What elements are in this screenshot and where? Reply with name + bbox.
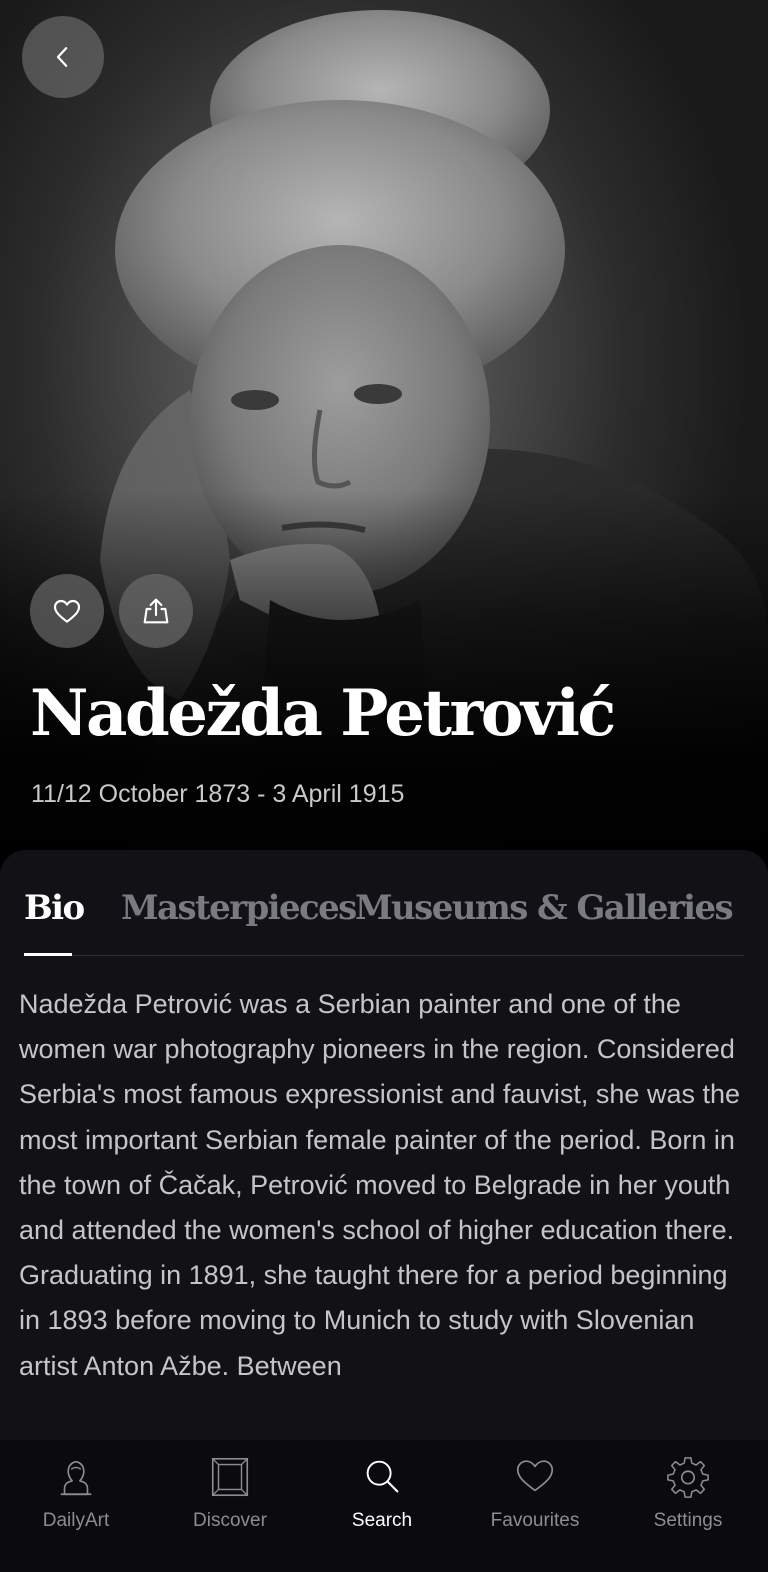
frame-icon — [211, 1457, 249, 1497]
active-tab-indicator — [24, 953, 72, 956]
chevron-left-icon — [56, 47, 68, 67]
search-icon — [366, 1460, 399, 1493]
bio-text: Nadežda Petrović was a Serbian painter a… — [19, 989, 740, 1381]
heart-icon — [53, 599, 81, 623]
nav-label-favourites: Favourites — [490, 1510, 580, 1531]
content-sheet: Bio Masterpieces Museums & Galleries Nad… — [0, 850, 768, 1450]
back-button[interactable] — [22, 16, 104, 98]
share-icon — [143, 598, 169, 624]
nav-label-discover: Discover — [193, 1510, 267, 1531]
tab-masterpieces[interactable]: Masterpieces — [121, 888, 357, 928]
nav-label-search: Search — [351, 1510, 413, 1531]
tab-museums-galleries[interactable]: Museums & Galleries — [355, 888, 734, 928]
gear-icon — [667, 1457, 709, 1498]
bottom-nav: DailyArt Discover Search Favourites Sett… — [0, 1440, 768, 1572]
nav-item-discover[interactable]: Discover — [153, 1454, 307, 1554]
nav-label-settings: Settings — [653, 1510, 723, 1531]
tab-bar: Bio Masterpieces Museums & Galleries — [24, 888, 744, 956]
heart-icon — [516, 1460, 554, 1492]
nav-item-search[interactable]: Search — [305, 1454, 459, 1554]
favourite-button[interactable] — [30, 574, 104, 648]
artist-name: Nadežda Petrović — [30, 676, 616, 751]
nav-item-favourites[interactable]: Favourites — [458, 1454, 612, 1554]
daily-art-icon — [60, 1460, 92, 1496]
tab-bio[interactable]: Bio — [24, 888, 85, 928]
share-button[interactable] — [119, 574, 193, 648]
nav-item-settings[interactable]: Settings — [611, 1454, 765, 1554]
nav-label-dailyart: DailyArt — [42, 1510, 110, 1531]
artist-dates: 11/12 October 1873 - 3 April 1915 — [31, 780, 405, 808]
nav-item-dailyart[interactable]: DailyArt — [0, 1454, 153, 1554]
